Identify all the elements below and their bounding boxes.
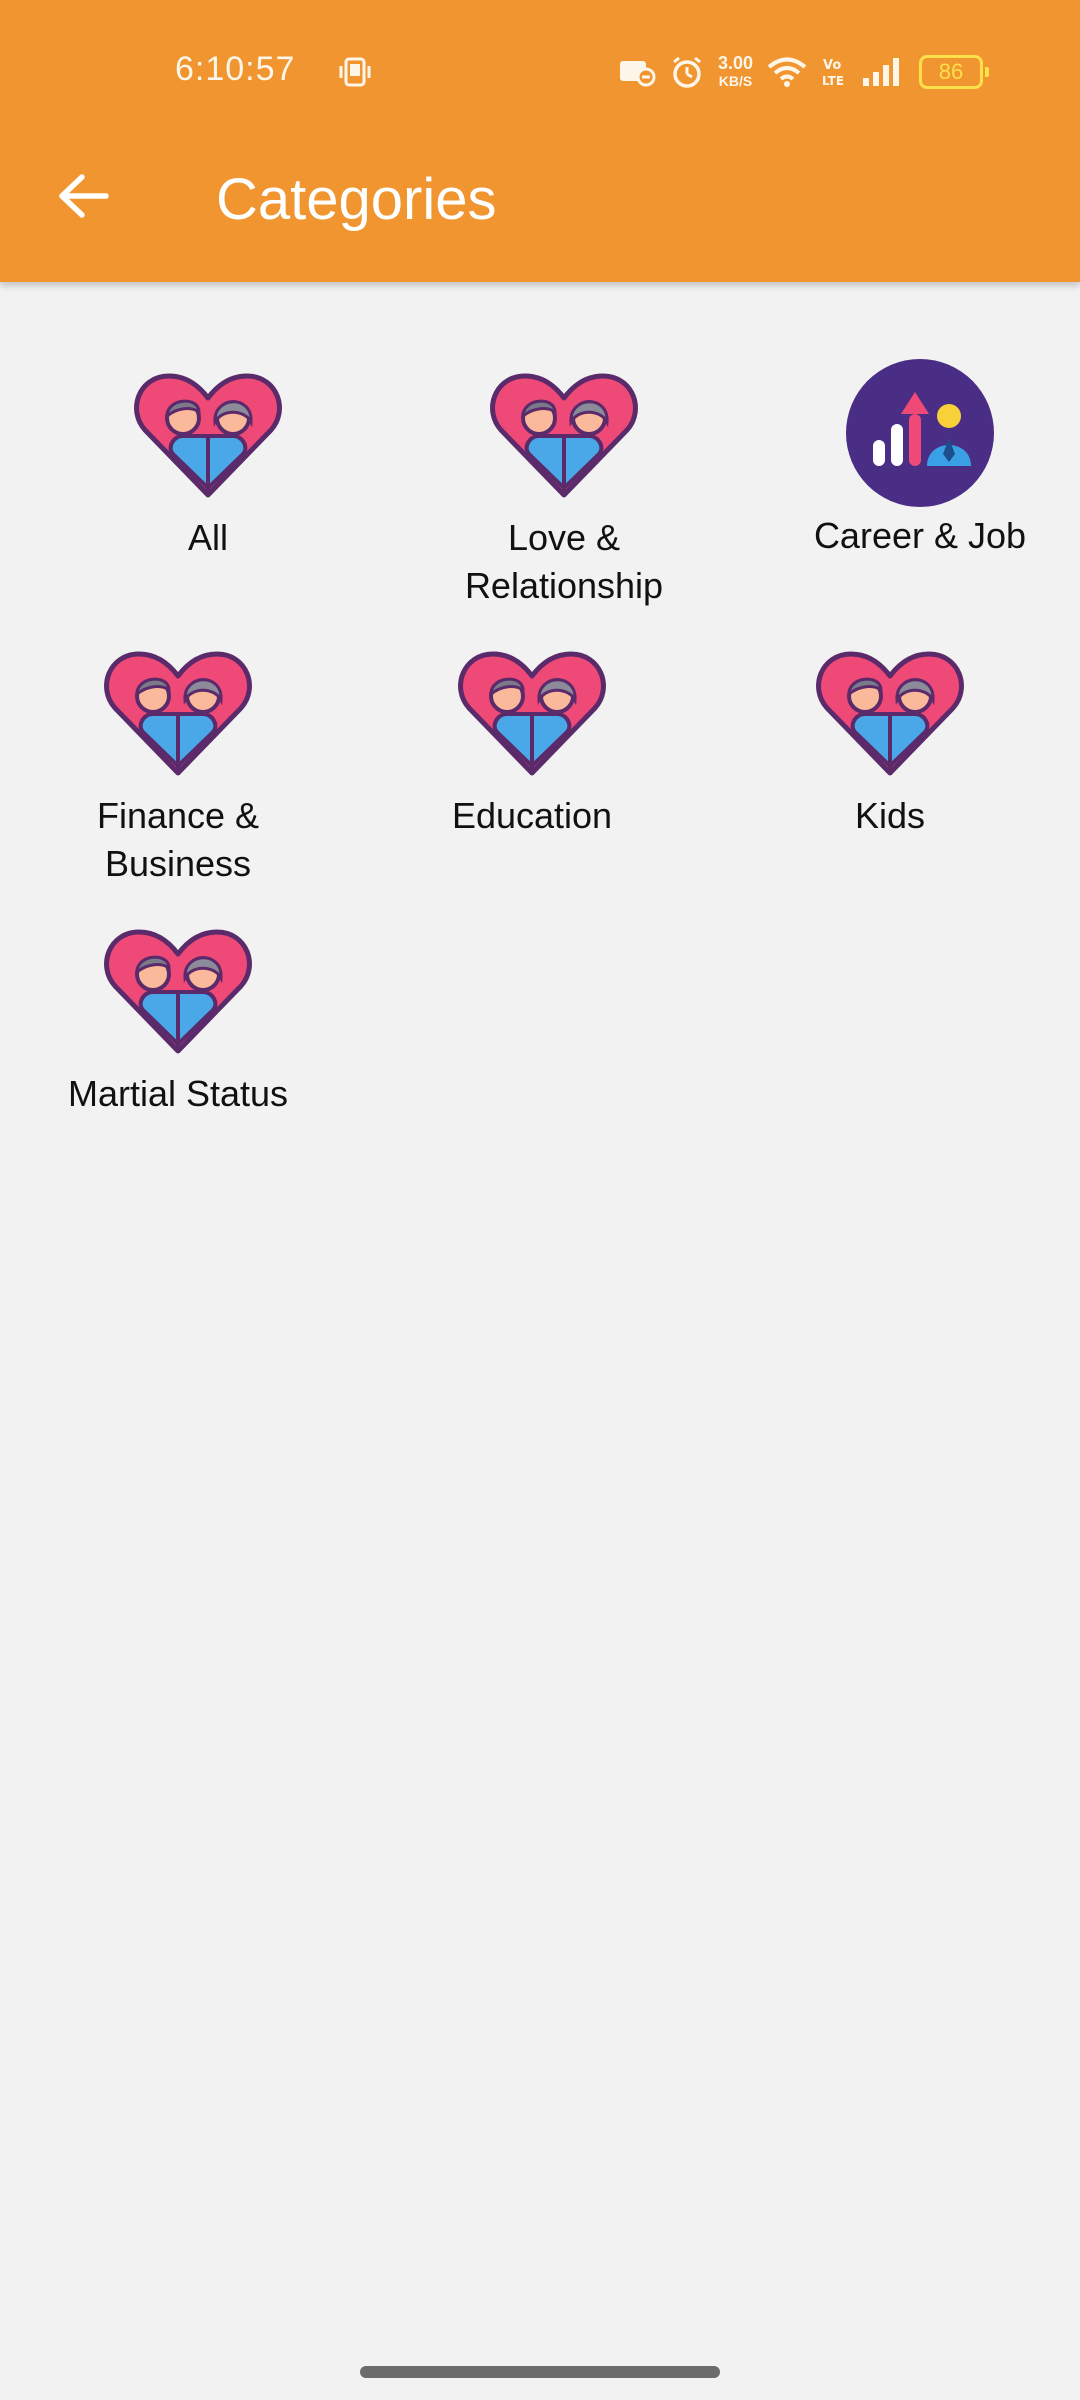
category-label: Martial Status	[67, 1073, 289, 1114]
battery-indicator: 86	[919, 55, 990, 89]
status-icons: 3.00 KB/S Vo LTE 86	[618, 48, 997, 96]
category-martial-status[interactable]: Martial Status	[38, 916, 318, 1118]
category-kids[interactable]: Kids	[770, 638, 1010, 840]
category-finance-business[interactable]: Finance & Business	[48, 638, 308, 888]
status-time: 6:10:57	[175, 50, 296, 88]
svg-text:Vo: Vo	[823, 58, 841, 73]
category-label-line: Love &	[507, 517, 621, 558]
career-growth-icon	[846, 359, 994, 507]
category-all[interactable]: All	[88, 360, 328, 562]
couple-heart-icon	[489, 360, 639, 510]
network-speed: 3.00 KB/S	[718, 54, 753, 90]
category-label: Kids	[854, 795, 926, 836]
vibrate-icon	[339, 57, 371, 87]
couple-heart-icon	[103, 638, 253, 788]
alarm-icon	[673, 56, 701, 88]
page-title: Categories	[216, 167, 497, 232]
couple-heart-icon	[103, 916, 253, 1066]
screen: 6:10:57 3.00 KB/S Vo LTE 86 Categories A…	[0, 0, 1080, 2400]
arrow-left-icon	[59, 174, 109, 218]
network-speed-unit: KB/S	[718, 73, 753, 89]
category-label-line: Business	[104, 843, 252, 884]
notification-muted-icon	[620, 61, 656, 87]
category-label: All	[187, 517, 228, 558]
category-label: Education	[451, 795, 613, 836]
category-label: Finance & Business	[48, 792, 308, 888]
couple-heart-icon	[815, 638, 965, 788]
network-speed-value: 3.00	[718, 53, 754, 73]
signal-strength-icon	[863, 58, 900, 86]
category-label-line: Relationship	[464, 565, 664, 606]
back-button[interactable]	[48, 160, 120, 232]
couple-heart-icon	[133, 360, 283, 510]
category-love-relationship[interactable]: Love & Relationship	[434, 360, 694, 610]
category-education[interactable]: Education	[402, 638, 662, 840]
volte-icon: Vo LTE	[822, 58, 844, 88]
category-label: Love & Relationship	[434, 514, 694, 610]
category-career-job[interactable]: Career & Job	[790, 358, 1050, 560]
svg-text:LTE: LTE	[822, 74, 844, 88]
category-label: Career & Job	[813, 515, 1027, 556]
wifi-icon	[767, 57, 807, 87]
home-indicator[interactable]	[360, 2366, 720, 2378]
category-label-line: Finance &	[96, 795, 260, 836]
couple-heart-icon	[457, 638, 607, 788]
app-bar: 6:10:57 3.00 KB/S Vo LTE 86 Categories	[0, 0, 1080, 282]
